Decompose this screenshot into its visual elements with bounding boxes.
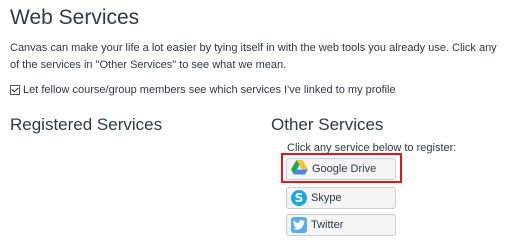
highlight-box bbox=[281, 153, 402, 183]
skype-label: Skype bbox=[311, 192, 342, 204]
registered-services-heading: Registered Services bbox=[10, 115, 163, 134]
other-services-heading: Other Services bbox=[271, 115, 384, 134]
skype-button[interactable]: S Skype bbox=[286, 187, 396, 209]
skype-icon: S bbox=[291, 190, 307, 206]
share-services-label: Let fellow course/group members see whic… bbox=[23, 84, 396, 96]
page-title: Web Services bbox=[10, 6, 140, 29]
web-services-page: Web Services Canvas can make your life a… bbox=[0, 0, 512, 248]
twitter-label: Twitter bbox=[311, 219, 344, 231]
page-description: Canvas can make your life a lot easier b… bbox=[10, 42, 497, 71]
twitter-button[interactable]: Twitter bbox=[286, 214, 396, 236]
twitter-icon bbox=[291, 217, 307, 233]
share-services-row[interactable]: Let fellow course/group members see whic… bbox=[10, 82, 396, 98]
share-services-checkbox[interactable] bbox=[10, 85, 20, 95]
